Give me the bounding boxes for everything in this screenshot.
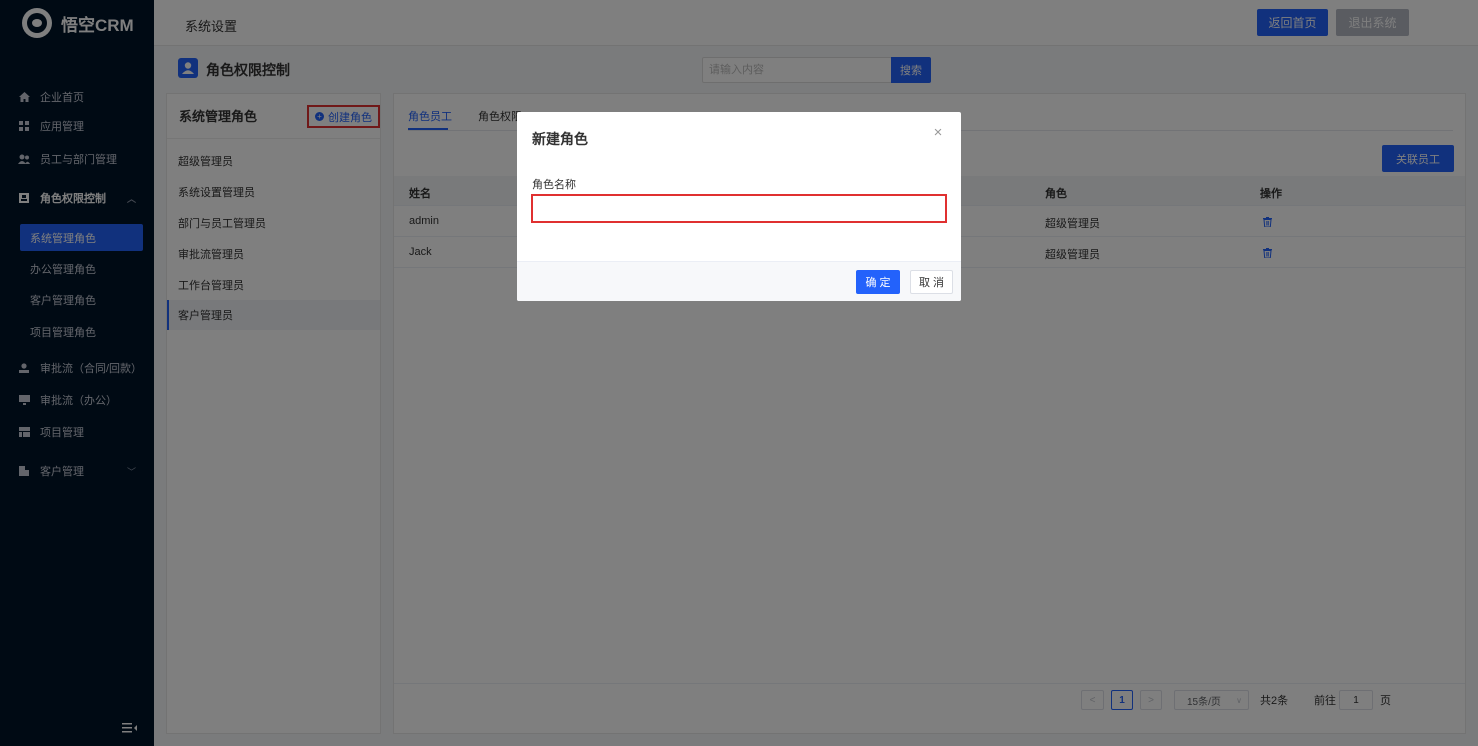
new-role-dialog: 新建角色 × 角色名称 确 定 取 消	[517, 112, 961, 301]
role-name-input[interactable]	[531, 194, 947, 223]
dialog-title: 新建角色	[532, 131, 588, 147]
confirm-button[interactable]: 确 定	[856, 270, 900, 294]
close-icon[interactable]: ×	[931, 125, 945, 140]
cancel-button[interactable]: 取 消	[910, 270, 953, 294]
dialog-footer: 确 定 取 消	[517, 261, 961, 301]
role-name-label: 角色名称	[532, 179, 576, 191]
